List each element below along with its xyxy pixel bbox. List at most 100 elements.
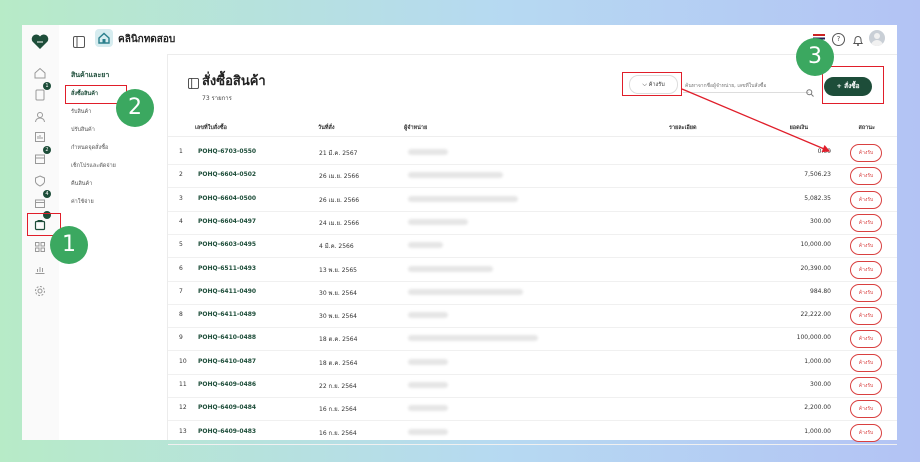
submenu-item-expense[interactable]: ค่าใช้จ่าย (71, 198, 94, 206)
report-icon[interactable] (33, 129, 47, 143)
table-row[interactable]: 5 POHQ-6603-0495 4 มี.ค. 2566 10,000.00 ค้าง… (168, 234, 897, 259)
table-row[interactable]: 9 POHQ-6410-0488 18 ต.ค. 2564 100,000.00 ค้า… (168, 327, 897, 352)
step-2-marker: 2 (116, 89, 154, 127)
notification-badge: 1 (43, 82, 51, 90)
clipboard-icon[interactable]: 1 (33, 82, 51, 101)
table-row[interactable]: 1 POHQ-6703-0550 21 มี.ค. 2567 0.00 ค้างรับ (168, 141, 897, 165)
submenu-item-return[interactable]: คืนสินค้า (71, 180, 92, 188)
vendor-name-blurred (408, 172, 503, 179)
status-badge[interactable]: ค้างรับ (850, 283, 882, 302)
table-row[interactable]: 4 POHQ-6604-0497 24 เม.ย. 2566 300.00 ค้างรั… (168, 211, 897, 235)
status-badge[interactable]: ค้างรับ (850, 213, 882, 232)
po-number-link[interactable]: POHQ-6411-0490 (198, 288, 256, 295)
header-detail: รายละเอียด (669, 125, 697, 131)
status-badge[interactable]: ค้างรับ (850, 353, 882, 372)
submenu-item-adjust[interactable]: ปรับสินค้า (71, 126, 95, 134)
amount: 1,000.00 (804, 427, 831, 435)
notification-badge: 2 (43, 146, 51, 154)
amount: 22,222.00 (800, 311, 831, 319)
order-date: 16 ก.ย. 2564 (319, 429, 357, 437)
po-number-link[interactable]: POHQ-6703-0550 (198, 148, 256, 155)
shield-icon[interactable] (33, 173, 47, 187)
po-number-link[interactable]: POHQ-6604-0497 (198, 218, 256, 225)
page-title: สั่งซื้อสินค้า (202, 74, 266, 89)
po-number-link[interactable]: POHQ-6410-0487 (198, 358, 256, 365)
vendor-name-blurred (408, 335, 538, 342)
status-badge[interactable]: ค้างรับ (850, 167, 882, 186)
table-row[interactable]: 10 POHQ-6410-0487 18 ต.ค. 2564 1,000.00 ค้าง… (168, 351, 897, 375)
vendor-name-blurred (408, 218, 468, 225)
status-badge[interactable]: ค้างรับ (850, 260, 882, 279)
clinic-home-icon (95, 29, 113, 51)
table-row[interactable]: 11 POHQ-6409-0486 22 ก.ย. 2564 300.00 ค้างรั… (168, 374, 897, 398)
calendar-icon[interactable]: 2 (33, 146, 51, 165)
po-number-link[interactable]: POHQ-6604-0502 (198, 171, 256, 178)
avatar[interactable] (869, 30, 885, 46)
po-number-link[interactable]: POHQ-6409-0484 (198, 404, 256, 411)
header-vendor: ผู้จำหน่าย (404, 125, 428, 131)
vendor-name-blurred (408, 358, 448, 365)
amount: 0.00 (817, 148, 831, 155)
amount: 2,200.00 (804, 404, 831, 412)
help-icon[interactable]: ? (832, 33, 845, 46)
po-number-link[interactable]: POHQ-6411-0489 (198, 311, 256, 318)
status-badge[interactable]: ค้างรับ (850, 237, 882, 256)
table-row[interactable]: 8 POHQ-6411-0489 30 พ.ย. 2564 22,222.00 ค้าง… (168, 304, 897, 329)
vendor-name-blurred (408, 195, 518, 202)
vendor-name-blurred (408, 265, 493, 272)
vendor-name-blurred (408, 149, 448, 155)
header-date: วันที่สั่ง (318, 125, 335, 131)
submenu-heading: สินค้าและยา (71, 71, 110, 79)
status-badge[interactable]: ค้างรับ (850, 307, 882, 326)
table-row[interactable]: 3 POHQ-6604-0500 26 เม.ย. 2566 5,082.35 ค้าง… (168, 188, 897, 212)
submenu-item-check[interactable]: เช็กโปรและตัดจ่าย (71, 162, 116, 170)
po-number-link[interactable]: POHQ-6410-0488 (198, 334, 256, 341)
status-badge[interactable]: ค้างรับ (850, 423, 882, 442)
po-number-link[interactable]: POHQ-6409-0486 (198, 381, 256, 388)
status-badge[interactable]: ค้างรับ (850, 330, 882, 349)
home-icon[interactable] (33, 65, 47, 79)
amount: 984.80 (810, 287, 831, 295)
row-number: 12 (179, 404, 187, 412)
box-icon[interactable]: 4 (33, 190, 51, 209)
submenu-item-receive[interactable]: รับสินค้า (71, 108, 91, 116)
row-number: 7 (179, 287, 183, 295)
order-date: 30 พ.ย. 2564 (319, 313, 358, 321)
table-row[interactable]: 7 POHQ-6411-0490 30 พ.ย. 2564 984.80 ค้างรับ (168, 281, 897, 305)
search-input[interactable] (683, 79, 809, 93)
gear-icon[interactable] (33, 283, 47, 297)
order-date: 30 พ.ย. 2564 (319, 289, 358, 297)
user-icon[interactable] (33, 109, 47, 123)
amount: 300.00 (810, 217, 831, 225)
row-number: 8 (179, 311, 183, 319)
order-date: 13 พ.ย. 2565 (319, 266, 358, 274)
status-badge[interactable]: ค้างรับ (850, 144, 882, 162)
table-row[interactable]: 12 POHQ-6409-0484 16 ก.ย. 2564 2,200.00 ค้าง… (168, 397, 897, 422)
record-count: 73 รายการ (202, 95, 232, 102)
po-number-link[interactable]: POHQ-6409-0483 (198, 428, 256, 435)
status-badge[interactable]: ค้างรับ (850, 400, 882, 419)
table-row[interactable]: 2 POHQ-6604-0502 26 เม.ย. 2566 7,506.23 ค้าง… (168, 164, 897, 189)
amount: 100,000.00 (796, 334, 831, 342)
grid-icon[interactable] (33, 239, 47, 253)
row-number: 13 (179, 427, 187, 435)
status-badge[interactable]: ค้างรับ (850, 377, 882, 395)
step-3-marker: 3 (796, 38, 834, 76)
po-number-link[interactable]: POHQ-6604-0500 (198, 195, 256, 202)
amount: 10,000.00 (800, 241, 831, 249)
row-number: 1 (179, 148, 183, 155)
table-row[interactable]: 6 POHQ-6511-0493 13 พ.ย. 2565 20,390.00 ค้าง… (168, 258, 897, 282)
amount: 1,000.00 (804, 357, 831, 365)
bell-icon[interactable] (852, 32, 864, 51)
po-number-link[interactable]: POHQ-6511-0493 (198, 265, 256, 272)
row-number: 3 (179, 194, 183, 202)
po-number-link[interactable]: POHQ-6603-0495 (198, 241, 256, 248)
submenu-item-reorder-point[interactable]: กำหนดจุดสั่งซื้อ (71, 144, 108, 152)
order-date: 18 ต.ค. 2564 (319, 336, 358, 344)
status-badge[interactable]: ค้างรับ (850, 190, 882, 209)
top-bar: คลินิกทดสอบ ? (59, 25, 897, 55)
chart-icon[interactable] (33, 261, 47, 275)
amount: 20,390.00 (800, 264, 831, 272)
table-row[interactable]: 13 POHQ-6409-0483 16 ก.ย. 2564 1,000.00 ค้าง… (168, 421, 897, 445)
sidebar-toggle-icon[interactable] (73, 33, 85, 52)
